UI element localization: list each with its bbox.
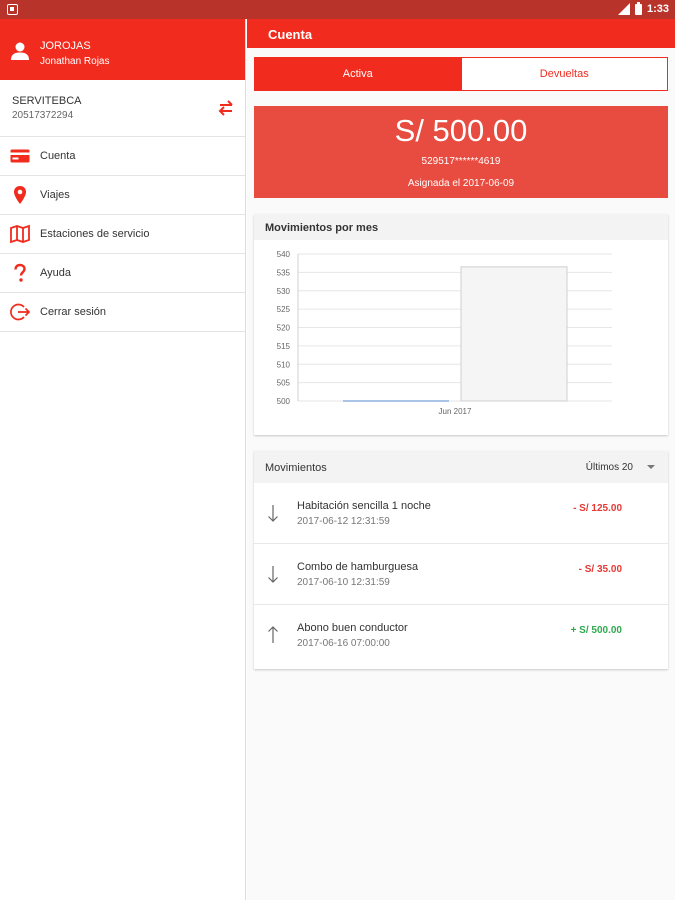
x-tick-label: Jun 2017 xyxy=(439,407,472,416)
movement-row[interactable]: Habitación sencilla 1 noche 2017-06-12 1… xyxy=(254,483,668,544)
logout-icon xyxy=(10,303,30,321)
tab-activa[interactable]: Activa xyxy=(254,57,462,91)
monthly-movements-chart: 500 505 510 515 520 525 530 535 540 Jun 2017 xyxy=(277,250,612,416)
battery-icon xyxy=(634,1,642,15)
nav-label: Estaciones de servicio xyxy=(40,228,150,240)
movement-description: Abono buen conductor xyxy=(297,622,408,634)
nav-label: Ayuda xyxy=(40,267,71,279)
username: JOROJAS xyxy=(40,40,91,52)
notification-icon xyxy=(7,4,18,15)
user-icon xyxy=(11,42,29,60)
card-number: 529517******4619 xyxy=(421,156,501,167)
y-tick-label: 510 xyxy=(277,360,291,369)
y-tick-label: 500 xyxy=(277,397,291,406)
company-selector[interactable]: SERVITEBCA 20517372294 xyxy=(0,80,245,137)
nav-item-cuenta[interactable]: Cuenta xyxy=(0,137,245,176)
bar xyxy=(460,266,568,402)
swap-icon[interactable] xyxy=(217,99,235,117)
app-bar: Cuenta xyxy=(247,19,675,48)
arrow-up-icon xyxy=(268,626,278,643)
y-tick-label: 540 xyxy=(277,250,291,259)
tab-devueltas[interactable]: Devueltas xyxy=(461,57,668,91)
movement-description: Habitación sencilla 1 noche xyxy=(297,500,431,512)
credit-card-icon xyxy=(10,149,30,163)
drawer-header: JOROJAS Jonathan Rojas xyxy=(0,19,245,80)
company-name: SERVITEBCA xyxy=(12,95,82,107)
movements-header: Movimientos Últimos 20 xyxy=(254,451,668,483)
movement-date: 2017-06-16 07:00:00 xyxy=(297,638,390,649)
account-tabs: Activa Devueltas xyxy=(254,57,668,91)
movement-amount: + S/ 500.00 xyxy=(570,625,622,636)
nav-label: Cerrar sesión xyxy=(40,306,107,318)
main-content: Cuenta Activa Devueltas S/ 500.00 529517… xyxy=(247,19,675,900)
movement-row[interactable]: Abono buen conductor 2017-06-16 07:00:00… xyxy=(254,605,668,666)
y-tick-label: 525 xyxy=(277,305,291,314)
movement-date: 2017-06-12 12:31:59 xyxy=(297,516,390,527)
movement-row[interactable]: Combo de hamburguesa 2017-06-10 12:31:59… xyxy=(254,544,668,605)
status-bar: 1:33 xyxy=(0,0,675,19)
movement-amount: - S/ 125.00 xyxy=(573,503,622,514)
nav-label: Cuenta xyxy=(40,150,76,162)
arrow-down-icon xyxy=(268,566,278,583)
movements-filter[interactable]: Últimos 20 xyxy=(586,462,633,473)
balance-card: S/ 500.00 529517******4619 Asignada el 2… xyxy=(254,106,668,198)
nav-item-ayuda[interactable]: Ayuda xyxy=(0,254,245,293)
movement-amount: - S/ 35.00 xyxy=(578,564,622,575)
user-fullname: Jonathan Rojas xyxy=(40,56,110,67)
chart-title: Movimientos por mes xyxy=(254,214,668,240)
assigned-date: Asignada el 2017-06-09 xyxy=(407,178,515,189)
y-tick-label: 520 xyxy=(277,324,291,333)
monthly-chart-card: Movimientos por mes 500 505 510 515 520 525 53… xyxy=(254,214,668,435)
arrow-down-icon xyxy=(268,505,278,522)
balance-amount: S/ 500.00 xyxy=(394,113,528,148)
y-tick-label: 535 xyxy=(277,268,291,277)
y-tick-label: 530 xyxy=(277,287,291,296)
nav-label: Viajes xyxy=(40,189,70,201)
navigation-drawer: JOROJAS Jonathan Rojas SERVITEBCA 205173… xyxy=(0,19,246,900)
y-tick-label: 505 xyxy=(277,379,291,388)
nav-item-viajes[interactable]: Viajes xyxy=(0,176,245,215)
signal-icon xyxy=(617,3,630,15)
nav-item-cerrar-sesion[interactable]: Cerrar sesión xyxy=(0,293,245,332)
movement-date: 2017-06-10 12:31:59 xyxy=(297,577,390,588)
map-icon xyxy=(10,224,30,244)
question-icon xyxy=(14,263,26,282)
page-title: Cuenta xyxy=(268,27,313,42)
dropdown-caret-icon[interactable] xyxy=(647,465,655,469)
y-tick-label: 515 xyxy=(277,342,291,351)
company-id: 20517372294 xyxy=(12,110,74,121)
movements-title: Movimientos xyxy=(265,462,327,474)
nav-item-estaciones[interactable]: Estaciones de servicio xyxy=(0,215,245,254)
location-pin-icon xyxy=(14,186,26,204)
status-time: 1:33 xyxy=(646,3,669,15)
movements-card: Movimientos Últimos 20 Habitación sencil… xyxy=(254,451,668,669)
movement-description: Combo de hamburguesa xyxy=(297,561,419,573)
